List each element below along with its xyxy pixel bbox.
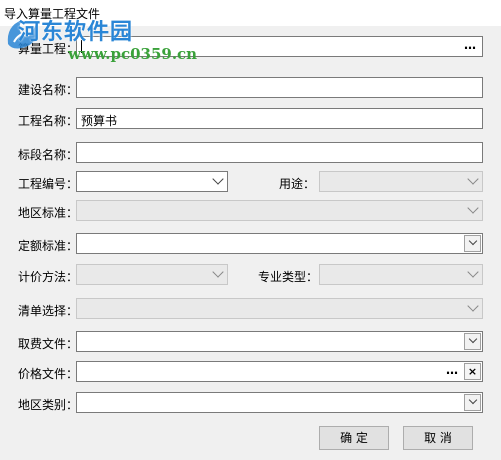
chevron-down-icon [468,395,478,405]
fee-file-dropdown-button[interactable] [464,333,481,350]
quota-standard-dropdown-button[interactable] [464,235,481,252]
project-code-label: 工程编号： [18,177,79,191]
chevron-down-icon [468,334,478,344]
price-file-input[interactable]: … × [76,361,483,382]
chevron-down-icon [212,266,224,278]
project-name-input[interactable]: 预算书 [76,108,483,129]
chevron-down-icon [468,236,478,246]
chevron-down-icon [467,300,479,312]
specialty-type-label: 专业类型： [258,270,319,284]
fee-file-select[interactable] [76,331,483,352]
project-name-label: 工程名称： [18,114,79,128]
region-standard-label: 地区标准： [18,206,79,220]
watermark-site-name: 河东软件园 [18,19,134,45]
chevron-down-icon [212,173,224,185]
section-name-input[interactable] [76,142,483,163]
region-category-dropdown-button[interactable] [464,394,481,411]
browse-project-file-button[interactable]: … [460,38,480,55]
quota-standard-label: 定额标准： [18,239,79,253]
bill-selection-select[interactable] [76,298,483,319]
construction-name-label: 建设名称： [18,83,79,97]
clear-price-file-button[interactable]: × [464,363,481,380]
usage-label: 用途： [279,177,316,191]
specialty-type-select[interactable] [319,264,483,285]
price-file-label: 价格文件： [18,367,79,381]
fee-file-label: 取费文件： [18,337,79,351]
pricing-method-label: 计价方法： [18,270,79,284]
section-name-label: 标段名称： [18,148,79,162]
browse-price-file-button[interactable]: … [442,363,462,380]
quota-standard-select[interactable] [76,233,483,254]
chevron-down-icon [467,202,479,214]
project-name-value: 预算书 [81,114,118,128]
region-category-select[interactable] [76,392,483,413]
bill-selection-label: 清单选择： [18,304,79,318]
project-code-select[interactable] [76,171,228,192]
region-category-label: 地区类别： [18,398,79,412]
cancel-button[interactable]: 取 消 [403,426,473,450]
chevron-down-icon [467,173,479,185]
region-standard-select[interactable] [76,200,483,221]
chevron-down-icon [467,266,479,278]
watermark-url: www.pc0359.cn [68,45,198,63]
ok-button[interactable]: 确 定 [319,426,389,450]
pricing-method-select[interactable] [76,264,228,285]
usage-select[interactable] [319,171,483,192]
construction-name-input[interactable] [76,77,483,98]
